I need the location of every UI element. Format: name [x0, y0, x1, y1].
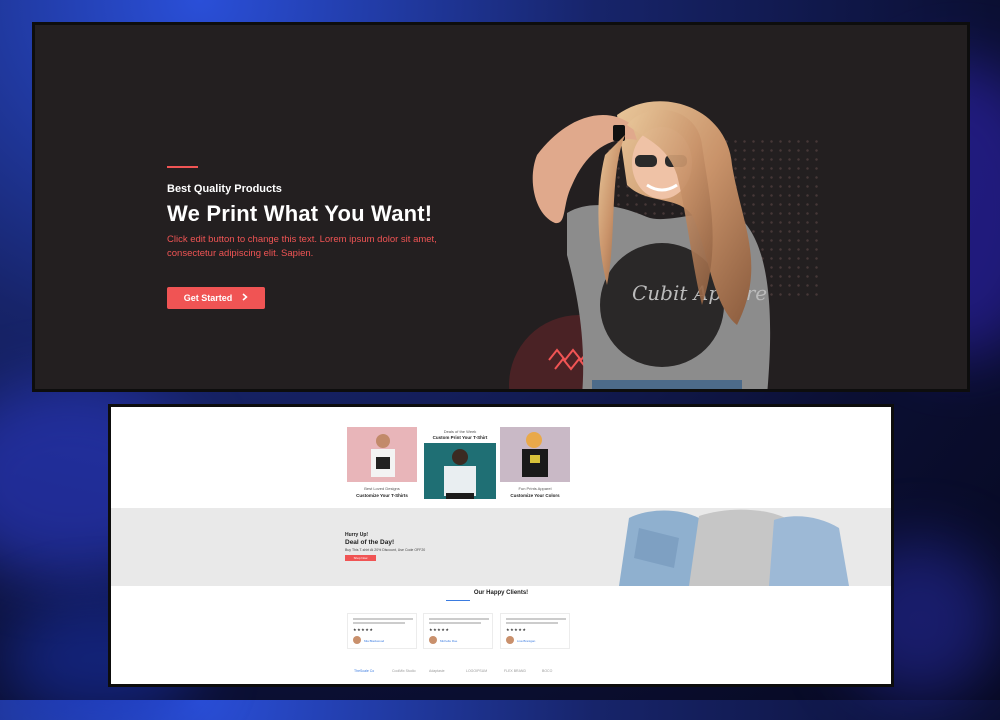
heading-underline: [446, 600, 470, 601]
avatar: [353, 636, 361, 644]
client-logos: TheScale Co CoolMix Studio Adaptasie LOG…: [111, 669, 891, 679]
page-preview: Best Loved Designs Customize Your T-Shir…: [108, 404, 894, 687]
accent-line: [167, 166, 198, 168]
product-caption: Best Loved Designs: [364, 486, 400, 491]
client-name: Mia Blackwood: [364, 639, 385, 643]
testimonial-card: ★★★★★ Michelle Roe: [423, 613, 493, 649]
deal-section: Hurry Up! Deal of the Day! Buy This T-sh…: [111, 508, 891, 586]
product-photo: [347, 427, 417, 482]
client-name: Michelle Roe: [440, 639, 458, 643]
rating-stars: ★★★★★: [353, 627, 374, 632]
client-logo: Adaptasie: [429, 669, 445, 673]
product-photo: [500, 427, 570, 482]
get-started-button[interactable]: Get Started: [167, 287, 265, 309]
product-caption: Fun Prints Apparel: [518, 486, 552, 491]
deal-photo: [619, 508, 849, 586]
client-logo: TheScale Co: [354, 669, 375, 673]
client-logo: LOGOIPSUM: [466, 669, 488, 673]
rating-stars: ★★★★★: [506, 627, 527, 632]
hero-eyebrow: Best Quality Products: [167, 183, 282, 195]
get-started-label: Get Started: [183, 293, 233, 303]
deal-title: Deal of the Day!: [345, 539, 395, 546]
product-caption: Deals of the Week: [443, 429, 477, 434]
testimonial-card: ★★★★★ Mia Blackwood: [347, 613, 417, 649]
testimonials-heading: Our Happy Clients!: [473, 590, 529, 596]
client-logo: CoolMix Studio: [392, 669, 416, 673]
model-photo: Cubit Appare: [532, 101, 771, 389]
product-title: Custom Print Your T-Shirt: [432, 435, 488, 440]
hero-section: Best Quality Products We Print What You …: [32, 22, 970, 392]
product-title: Customize Your Colors: [510, 493, 560, 498]
deal-kicker: Hurry Up!: [345, 532, 369, 538]
product-photo: [424, 443, 496, 499]
hero-description: Click edit button to change this text. L…: [167, 234, 437, 259]
client-logo: BOCO: [542, 669, 553, 673]
product-title: Customize Your T-Shirts: [356, 493, 408, 498]
shop-now-button[interactable]: Shop Now: [345, 555, 376, 561]
hero-headline: We Print What You Want!: [167, 201, 433, 226]
client-logo: FLEX BRAND: [504, 669, 526, 673]
rating-stars: ★★★★★: [429, 627, 450, 632]
avatar: [429, 636, 437, 644]
chevron-right-icon: [242, 293, 248, 303]
avatar: [506, 636, 514, 644]
testimonial-card: ★★★★★ Lisa Branigan: [500, 613, 570, 649]
deal-subtitle: Buy This T-shirt At 20% Discount, Use Co…: [345, 548, 426, 552]
client-name: Lisa Branigan: [517, 639, 536, 643]
